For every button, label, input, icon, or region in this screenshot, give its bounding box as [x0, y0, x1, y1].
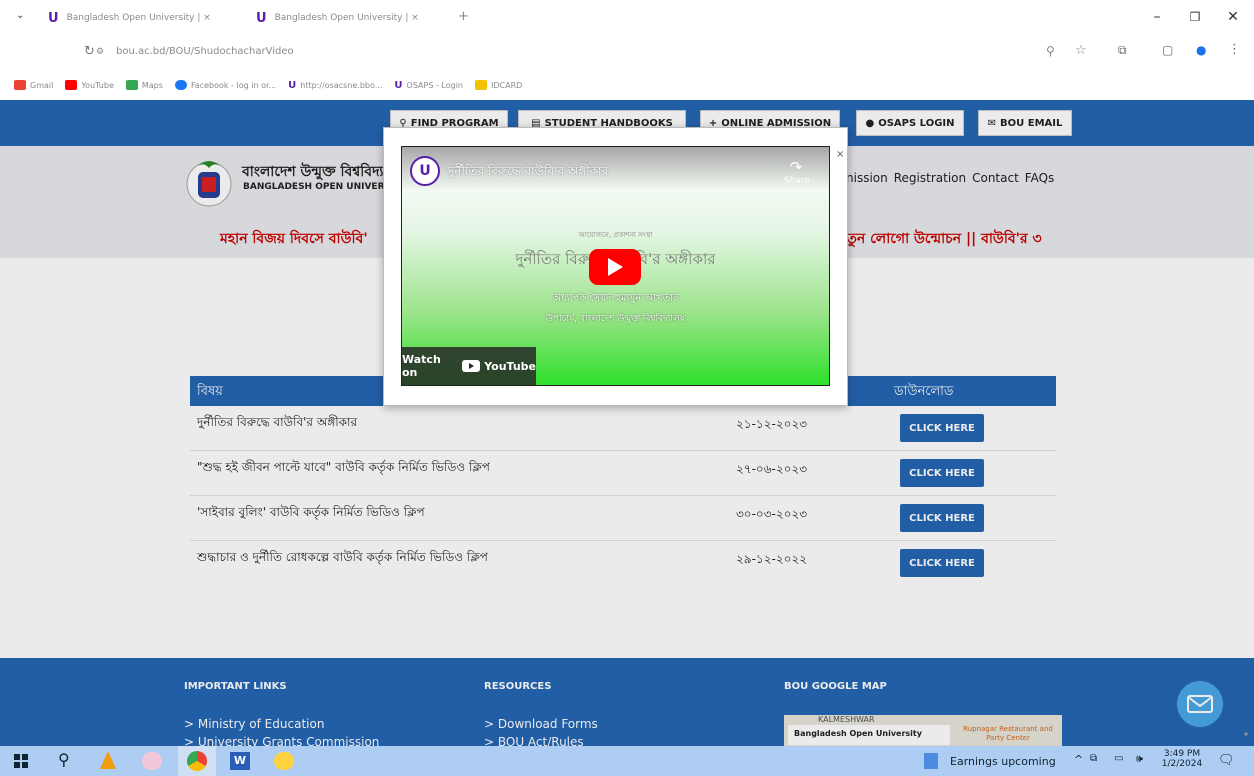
- word-icon[interactable]: W: [230, 752, 250, 770]
- bookmark-label: Facebook - log in or...: [190, 80, 277, 90]
- youtube-logo-icon: [462, 360, 481, 372]
- bookmark-label: YouTube: [81, 80, 114, 90]
- notifications-icon[interactable]: 🗨: [1218, 753, 1235, 768]
- bookmark-label: Maps: [141, 80, 163, 90]
- site-info-icon[interactable]: ⚙: [96, 47, 104, 57]
- channel-avatar[interactable]: U: [410, 156, 440, 186]
- bou-favicon: U: [288, 79, 297, 91]
- tab-list-chevron-icon[interactable]: ⌄: [16, 10, 24, 21]
- app-icon[interactable]: [274, 752, 294, 770]
- video-title[interactable]: দুর্নীতির বিরুদ্ধে বাউবি'র অঙ্গীকার: [448, 163, 608, 183]
- browser-tab-strip: ⌄ U Bangladesh Open University | × U Ban…: [0, 0, 1254, 36]
- slide-speaker-title: উপাচার্য, বাংলাদেশ উন্মুক্ত বিশ্ববিদ্যাল…: [545, 314, 686, 324]
- browser-tab-2[interactable]: U Bangladesh Open University | ×: [256, 4, 419, 32]
- youtube-icon: [65, 80, 78, 90]
- volume-icon[interactable]: 🕪: [1136, 752, 1143, 766]
- bookmark-idcard[interactable]: IDCARD: [474, 80, 523, 90]
- bou-favicon: U: [394, 79, 403, 91]
- bookmark-label: http://osacsne.bbo...: [300, 80, 383, 90]
- tray-chevron-icon[interactable]: ^: [1074, 753, 1083, 766]
- vlc-icon[interactable]: [100, 751, 116, 769]
- watch-on-label: Watch on: [402, 353, 441, 379]
- bookmark-gmail[interactable]: Gmail: [14, 80, 53, 90]
- tray-icon[interactable]: ⧉: [1090, 753, 1097, 764]
- youtube-play-button[interactable]: [589, 249, 641, 285]
- url-field[interactable]: bou.ac.bd/BOU/ShudochacharVideo: [116, 46, 294, 57]
- bookmark-osacsne[interactable]: Uhttp://osacsne.bbo...: [288, 80, 382, 91]
- watch-on-youtube-button[interactable]: Watch on YouTube: [402, 347, 536, 385]
- tab-title: Bangladesh Open University | ×: [274, 13, 419, 23]
- clock[interactable]: 3:49 PM 1/2/2024: [1160, 749, 1204, 769]
- restore-icon[interactable]: ❐: [1180, 6, 1210, 28]
- bookmark-label: OSAPS - Login: [406, 80, 463, 90]
- tab-title: Bangladesh Open University | ×: [66, 13, 211, 23]
- close-window-icon[interactable]: ✕: [1218, 6, 1248, 28]
- app-icon[interactable]: [142, 752, 162, 770]
- network-icon[interactable]: ▭: [1114, 753, 1123, 764]
- bou-favicon: U: [256, 10, 267, 26]
- share-icon: ↷: [789, 158, 803, 176]
- bookmarks-bar: Gmail YouTube Maps Facebook - log in or.…: [0, 70, 1254, 100]
- windows-taskbar: ⚲ W Earnings upcoming ^ ⧉ ▭ 🕪 3:49 PM 1/…: [0, 746, 1254, 776]
- play-icon: [608, 258, 623, 276]
- news-widget-text[interactable]: Earnings upcoming: [950, 755, 1056, 768]
- new-tab-plus-icon[interactable]: +: [458, 9, 469, 24]
- windows-start-icon[interactable]: [14, 754, 28, 768]
- side-panel-icon[interactable]: ▢: [1162, 43, 1173, 57]
- bou-favicon: U: [48, 10, 59, 26]
- share-button[interactable]: ↷ Share: [784, 158, 810, 188]
- browser-tab-1[interactable]: U Bangladesh Open University | ×: [48, 4, 211, 32]
- idcard-icon: [474, 80, 487, 90]
- reload-icon[interactable]: ↻: [84, 44, 95, 59]
- minimize-icon[interactable]: –: [1142, 6, 1172, 28]
- chrome-taskbar-button[interactable]: [178, 746, 216, 776]
- extensions-icon[interactable]: ⧉: [1118, 43, 1127, 58]
- scroll-down-arrow-icon[interactable]: ▾: [1244, 730, 1254, 746]
- facebook-icon: [174, 80, 187, 90]
- news-widget-icon[interactable]: [924, 753, 938, 769]
- bookmark-maps[interactable]: Maps: [125, 80, 163, 90]
- slide-small-text: আয়োজনে, প্রকাশনা সংস্থা: [578, 231, 653, 239]
- zoom-search-icon[interactable]: ⚲: [1046, 44, 1055, 58]
- clock-date: 1/2/2024: [1161, 759, 1203, 769]
- youtube-wordmark: YouTube: [484, 359, 536, 373]
- bookmark-label: IDCARD: [490, 80, 523, 90]
- bookmark-facebook[interactable]: Facebook - log in or...: [174, 80, 277, 90]
- gmail-icon: [14, 80, 26, 90]
- clock-time: 3:49 PM: [1163, 749, 1201, 759]
- bookmark-label: Gmail: [30, 80, 54, 90]
- modal-close-button[interactable]: ×: [836, 149, 844, 160]
- slide-speaker: অধ্যাপক সৈয়দ হুমায়ুন আখতার: [552, 293, 679, 304]
- menu-kebab-icon[interactable]: ⋮: [1228, 42, 1241, 57]
- maps-icon: [125, 80, 138, 90]
- chrome-icon: [187, 751, 207, 771]
- bookmark-osaps[interactable]: U OSAPS - Login: [394, 80, 463, 91]
- profile-icon[interactable]: ●: [1196, 43, 1206, 57]
- taskbar-search-icon[interactable]: ⚲: [58, 750, 70, 769]
- share-label: Share: [784, 176, 810, 186]
- bookmark-star-icon[interactable]: ☆: [1075, 43, 1087, 58]
- bookmark-youtube[interactable]: YouTube: [65, 80, 114, 90]
